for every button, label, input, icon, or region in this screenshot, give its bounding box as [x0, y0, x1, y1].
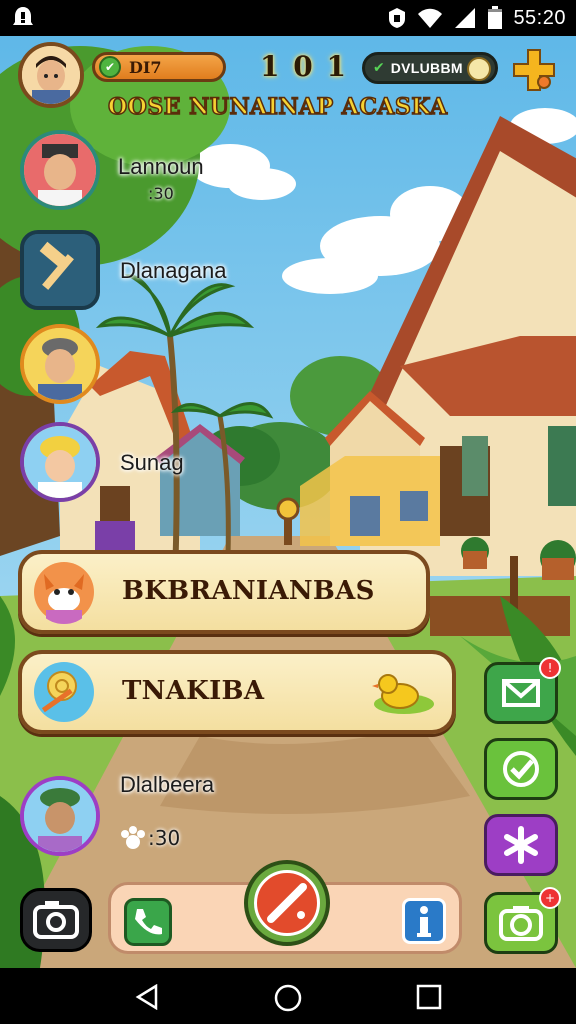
notification-badge: + — [539, 887, 561, 909]
currency-pill[interactable]: ✔ DI7 — [92, 52, 226, 82]
banner-candy[interactable]: TNAKIBA — [18, 650, 456, 734]
paw-icon — [121, 826, 145, 849]
game-scene[interactable]: ✔ DI7 1 0 1 ✔ DVLUBBM OOSE NUNAINAP ACAS… — [0, 36, 576, 968]
friend-score-1: :30 — [148, 184, 174, 203]
asterisk-icon — [504, 826, 538, 864]
mail-button[interactable]: ! — [484, 657, 561, 724]
currency-value: DI7 — [129, 57, 162, 77]
fox-icon — [34, 562, 94, 624]
friend-face-icon — [24, 426, 96, 498]
notification-badge: ! — [539, 657, 561, 679]
friend-avatar-5[interactable] — [20, 776, 100, 856]
clock: 55:20 — [513, 6, 566, 29]
home-icon[interactable] — [274, 984, 302, 1012]
lollipop-icon — [34, 662, 94, 722]
level-counter: 1 0 1 — [260, 50, 348, 83]
friend-name-2: Dlanagana — [120, 258, 227, 283]
friend-face-icon — [24, 134, 96, 206]
info-button[interactable] — [402, 898, 446, 944]
friend-name-4: Sunag — [120, 450, 184, 475]
gem-icon: ✔ — [99, 56, 121, 78]
camera-icon — [499, 906, 543, 941]
banner-candy-label: TNAKIBA — [122, 676, 265, 706]
info-icon — [417, 906, 431, 937]
navigation-bar — [0, 968, 576, 1024]
player-face-icon — [22, 46, 80, 104]
status-pill[interactable]: ✔ DVLUBBM — [362, 52, 498, 84]
check-icon: ✔ — [373, 60, 385, 76]
friend-avatar-3[interactable] — [20, 324, 100, 404]
check-icon — [503, 751, 539, 787]
asterisk-button[interactable] — [484, 814, 558, 876]
friend-avatar-2[interactable] — [20, 230, 100, 310]
status-pill-label: DVLUBBM — [390, 60, 463, 76]
banner-fox[interactable]: BKBRANIANBAS — [18, 550, 430, 634]
gear-icon[interactable] — [467, 57, 491, 81]
duck-icon — [372, 674, 434, 714]
envelope-icon — [502, 679, 540, 707]
back-icon[interactable] — [134, 984, 160, 1010]
friend-face-icon — [24, 328, 96, 400]
cancel-icon — [254, 870, 320, 936]
notification-icon — [13, 7, 33, 25]
camera-button[interactable]: + — [484, 887, 561, 954]
friend-face-icon — [24, 780, 96, 852]
player-avatar[interactable] — [18, 42, 84, 108]
friend-score-5: :30 — [148, 826, 181, 850]
phone-icon — [135, 909, 162, 935]
friend-avatar-1[interactable] — [20, 130, 100, 210]
check-button[interactable] — [484, 738, 558, 800]
friend-name-5: Dlalbeera — [120, 772, 215, 797]
vpn-key-icon — [389, 8, 406, 28]
add-button[interactable] — [512, 48, 556, 92]
banner-fox-label: BKBRANIANBAS — [122, 576, 375, 606]
battery-icon — [488, 6, 503, 29]
camera-icon — [33, 901, 79, 939]
friend-name-1: Lannoun — [118, 154, 204, 179]
recents-icon[interactable] — [416, 984, 442, 1010]
friend-avatar-4[interactable] — [20, 422, 100, 502]
phone-button[interactable] — [124, 898, 172, 946]
status-bar: 55:20 — [0, 0, 576, 36]
screenshot-button[interactable] — [20, 888, 92, 952]
signal-icon — [455, 8, 476, 28]
action-button[interactable] — [244, 860, 330, 946]
wifi-icon — [418, 8, 443, 28]
hammer-icon — [24, 234, 96, 306]
village-title: OOSE NUNAINAP ACASKA — [107, 93, 448, 121]
